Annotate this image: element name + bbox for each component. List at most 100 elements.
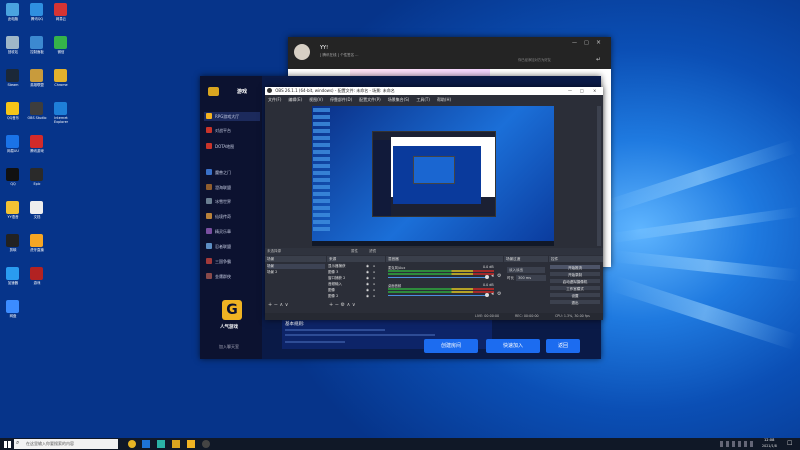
- visibility-icon[interactable]: ◉: [366, 270, 369, 275]
- visibility-icon[interactable]: ◉: [366, 276, 369, 281]
- desktop-icon[interactable]: 剪映: [2, 233, 24, 261]
- gear-icon[interactable]: ⚙: [497, 273, 501, 279]
- source-item[interactable]: 图像 ◉ ▫: [328, 288, 380, 293]
- avatar[interactable]: [294, 44, 310, 60]
- scene-item[interactable]: 场景 2: [267, 270, 325, 275]
- game-taskbar-icon[interactable]: [172, 440, 180, 448]
- desktop-icon[interactable]: QQ: [2, 167, 24, 195]
- gear-icon[interactable]: ⚙: [497, 291, 501, 297]
- desktop-icon[interactable]: 加速器: [2, 266, 24, 294]
- sidebar-item[interactable]: RPG游戏大厅: [204, 112, 260, 121]
- scenes-add-button[interactable]: + − ∧ ∨: [268, 302, 288, 308]
- desktop-icon[interactable]: Internet Explorer: [50, 101, 72, 129]
- obs-menu-item[interactable]: 文件(F): [268, 95, 281, 104]
- desktop-icon[interactable]: 网盘: [2, 299, 24, 327]
- volume-slider-handle[interactable]: [485, 275, 489, 279]
- menu-icon[interactable]: ↵: [596, 56, 601, 63]
- properties-button[interactable]: 属性: [351, 248, 358, 255]
- quick-join-button[interactable]: 快速加入: [486, 339, 540, 353]
- desktop-icon[interactable]: OBS Studio: [26, 101, 48, 129]
- visibility-icon[interactable]: ◉: [366, 264, 369, 269]
- source-item[interactable]: 显示器捕获 ◉ ▫: [328, 264, 380, 269]
- desktop-icon[interactable]: QQ音乐: [2, 101, 24, 129]
- desktop-icon[interactable]: 微信: [50, 35, 72, 63]
- control-button[interactable]: 工作室模式: [549, 285, 601, 291]
- browser-taskbar-icon[interactable]: [142, 440, 150, 448]
- obs-menu-item[interactable]: 视图(V): [309, 95, 323, 104]
- desktop-icon[interactable]: Chrome: [50, 68, 72, 96]
- sidebar-item[interactable]: 三国争霸: [204, 257, 260, 266]
- obs-window[interactable]: OBS 26.1.1 (64-bit, windows) - 配置文件: 未命名…: [265, 87, 603, 320]
- sources-add-button[interactable]: + − ⚙ ∧ ∨: [329, 302, 356, 308]
- lock-icon[interactable]: ▫: [373, 276, 375, 281]
- lock-icon[interactable]: ▫: [373, 264, 375, 269]
- volume-slider-handle[interactable]: [485, 293, 489, 297]
- desktop-icon[interactable]: 英雄联盟: [26, 68, 48, 96]
- join-chat-link[interactable]: 加入聊天室: [219, 344, 239, 350]
- source-item[interactable]: 音频输入 ◉ ▫: [328, 282, 380, 287]
- control-button[interactable]: 开始录制: [549, 271, 601, 277]
- close-icon[interactable]: ×: [596, 39, 601, 46]
- lock-icon[interactable]: ▫: [373, 288, 375, 293]
- desktop-icon[interactable]: 腾讯游戏: [26, 134, 48, 162]
- sidebar-item[interactable]: 忍者联盟: [204, 242, 260, 251]
- transition-type[interactable]: 淡入淡出: [507, 267, 545, 273]
- desktop-icon[interactable]: 虎牙直播: [26, 233, 48, 261]
- visibility-icon[interactable]: ◉: [366, 288, 369, 293]
- desktop-icon[interactable]: YY语音: [2, 200, 24, 228]
- game-taskbar-icon-2[interactable]: [187, 440, 195, 448]
- desktop-icon[interactable]: 此电脑: [2, 2, 24, 30]
- visibility-icon[interactable]: ◉: [366, 282, 369, 287]
- obs-menu-item[interactable]: 停靠部件(D): [330, 95, 352, 104]
- obs-menu-item[interactable]: 编辑(E): [288, 95, 302, 104]
- create-room-button[interactable]: 创建房间: [424, 339, 478, 353]
- sidebar-item[interactable]: 冰雪世界: [204, 197, 260, 206]
- desktop-icon[interactable]: 回收站: [2, 35, 24, 63]
- obs-menu-item[interactable]: 场景集合(S): [388, 95, 410, 104]
- sidebar-item[interactable]: 魔兽之门: [204, 168, 260, 177]
- desktop-icon[interactable]: 网易UU: [2, 134, 24, 162]
- search-input[interactable]: 在这里输入你要搜索的内容: [26, 441, 74, 447]
- desktop-icon[interactable]: 腾讯QQ: [26, 2, 48, 30]
- minimize-icon[interactable]: —: [568, 87, 572, 95]
- sidebar-item[interactable]: 精灵乐章: [204, 227, 260, 236]
- volume-slider[interactable]: [388, 295, 488, 296]
- sidebar-item[interactable]: 金庸群侠: [204, 272, 260, 281]
- volume-slider[interactable]: [388, 277, 488, 278]
- obs-preview[interactable]: [312, 106, 554, 246]
- search-box[interactable]: ⌕ 在这里输入你要搜索的内容: [14, 439, 118, 449]
- speaker-icon[interactable]: ◂: [491, 273, 494, 279]
- desktop-icon[interactable]: Epic: [26, 167, 48, 195]
- filters-button[interactable]: 滤镜: [369, 248, 376, 255]
- desktop-icon[interactable]: Steam: [2, 68, 24, 96]
- source-item[interactable]: 窗口捕获 2 ◉ ▫: [328, 276, 380, 281]
- preview-scrollbar[interactable]: [597, 106, 601, 246]
- speaker-icon[interactable]: ◂: [491, 291, 494, 297]
- lock-icon[interactable]: ▫: [373, 282, 375, 287]
- desktop-icon[interactable]: 游戏: [26, 266, 48, 294]
- control-button[interactable]: 设置: [549, 292, 601, 298]
- obs-menu-item[interactable]: 帮助(H): [437, 95, 451, 104]
- lock-icon[interactable]: ▫: [373, 294, 375, 299]
- source-item[interactable]: 图像 2 ◉ ▫: [328, 294, 380, 299]
- control-button[interactable]: 退出: [549, 299, 601, 305]
- control-button[interactable]: 启动虚拟摄像机: [549, 278, 601, 284]
- scene-item[interactable]: 场景: [267, 264, 325, 269]
- sidebar-item[interactable]: 对战平台: [204, 126, 260, 135]
- edge-taskbar-icon[interactable]: [157, 440, 165, 448]
- transition-duration[interactable]: 300 ms: [516, 275, 546, 281]
- maximize-icon[interactable]: □: [584, 40, 589, 46]
- start-button[interactable]: [4, 441, 11, 448]
- sidebar-item[interactable]: 澄海联盟: [204, 183, 260, 192]
- control-button[interactable]: 开始推流: [549, 264, 601, 270]
- obs-menu-item[interactable]: 工具(T): [416, 95, 430, 104]
- notification-icon[interactable]: ☐: [787, 440, 792, 447]
- lock-icon[interactable]: ▫: [373, 270, 375, 275]
- desktop-icon[interactable]: 文档: [26, 200, 48, 228]
- back-button[interactable]: 返回: [546, 339, 580, 353]
- desktop-icon[interactable]: 网易云: [50, 2, 72, 30]
- sidebar-item[interactable]: DOTA地图: [204, 142, 260, 151]
- desktop-icon[interactable]: 控制面板: [26, 35, 48, 63]
- obs-taskbar-icon[interactable]: [202, 440, 210, 448]
- chrome-taskbar-icon[interactable]: [128, 440, 136, 448]
